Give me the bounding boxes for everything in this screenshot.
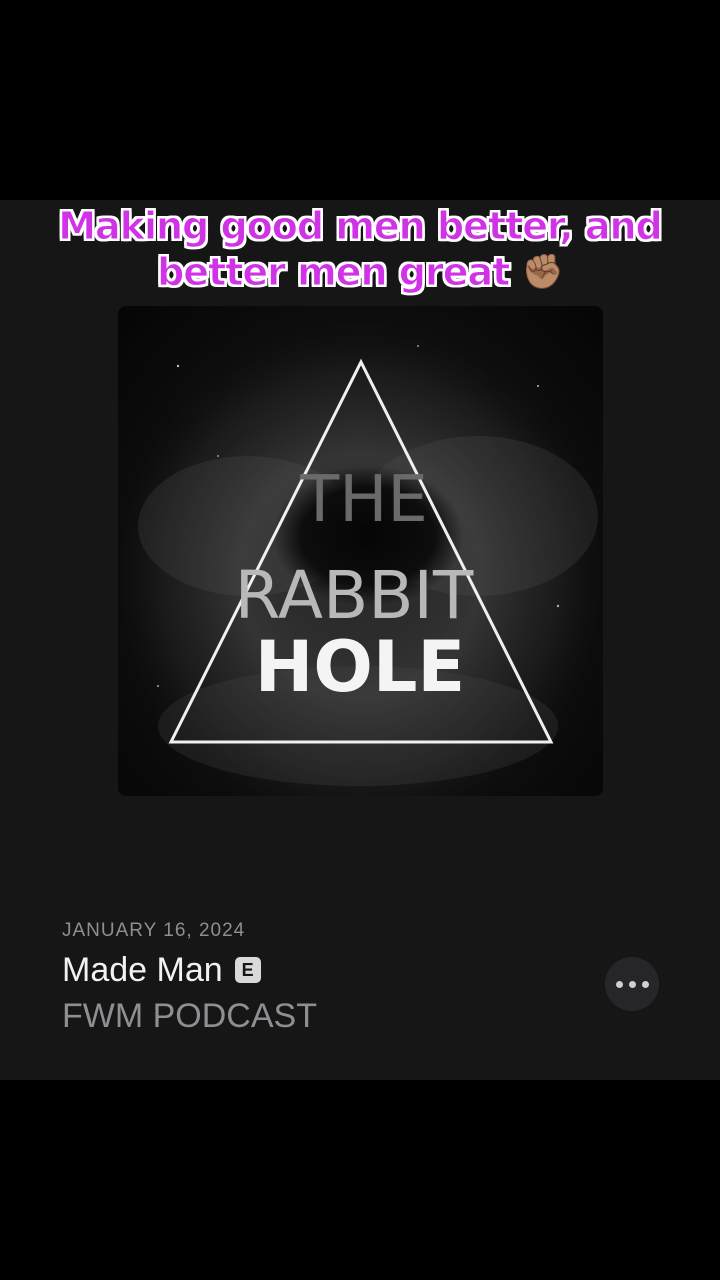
star bbox=[176, 364, 180, 368]
episode-date: JANUARY 16, 2024 bbox=[62, 920, 246, 941]
more-options-button[interactable] bbox=[605, 957, 659, 1011]
raised-fist-icon: ✊🏽 bbox=[521, 252, 564, 292]
star bbox=[417, 345, 419, 347]
star bbox=[157, 685, 159, 687]
explicit-badge: E bbox=[234, 957, 261, 983]
star bbox=[537, 385, 539, 387]
artwork-line1: THE bbox=[299, 463, 428, 537]
episode-title[interactable]: Made Man bbox=[62, 950, 223, 990]
ellipsis-icon bbox=[615, 980, 623, 988]
star bbox=[217, 455, 219, 457]
artwork-line2: RABBIT bbox=[235, 557, 474, 634]
caption-text: Making good men better, and better men g… bbox=[58, 204, 664, 295]
podcast-artwork[interactable]: THE RABBIT HOLE bbox=[118, 306, 603, 796]
overlay-caption: Making good men better, and better men g… bbox=[0, 203, 720, 295]
star bbox=[556, 604, 560, 608]
title-row: Made Man E bbox=[62, 950, 317, 990]
artwork-line3: HOLE bbox=[255, 626, 466, 708]
ellipsis-icon bbox=[641, 980, 649, 988]
episode-info: JANUARY 16, 2024 Made Man E FWM PODCAST bbox=[62, 918, 317, 1036]
artwork-graphic: THE RABBIT HOLE bbox=[118, 306, 603, 796]
podcast-name[interactable]: FWM PODCAST bbox=[62, 996, 317, 1036]
ellipsis-icon bbox=[628, 980, 636, 988]
